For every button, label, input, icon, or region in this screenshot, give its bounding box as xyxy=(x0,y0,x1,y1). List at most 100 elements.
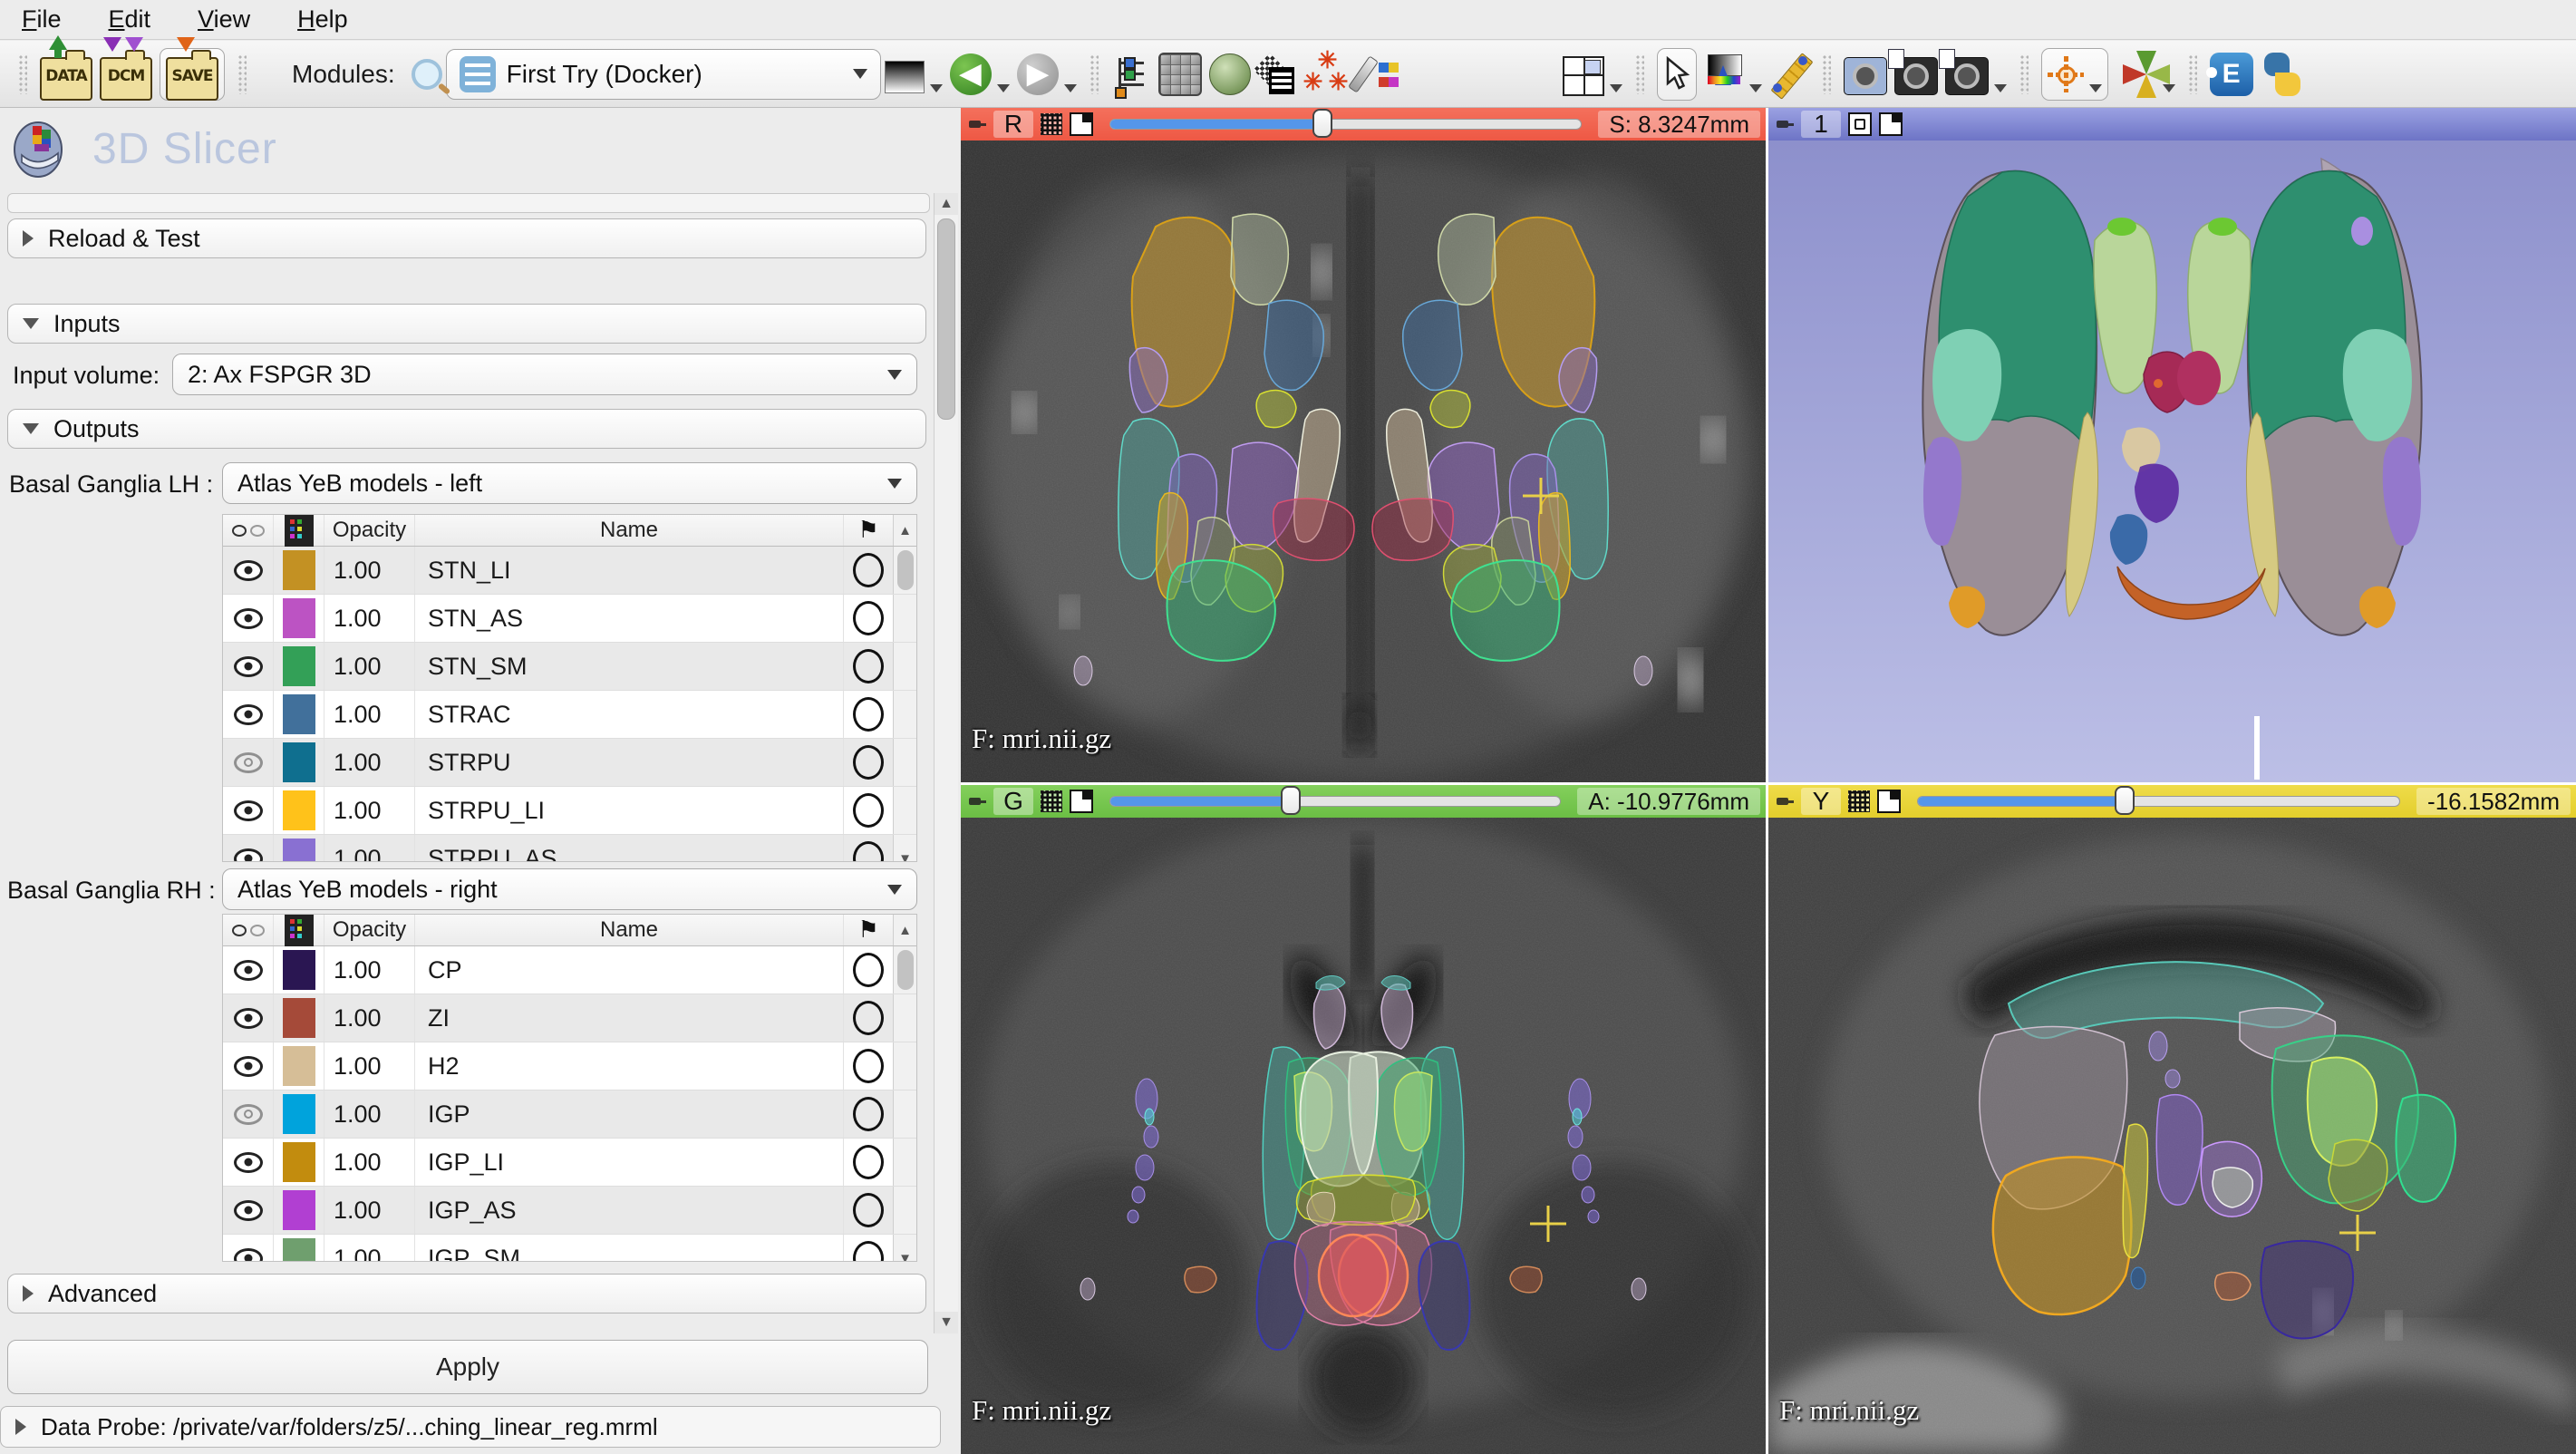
table-row[interactable]: 1.00 IGP xyxy=(223,1090,916,1139)
opacity-value[interactable]: 1.00 xyxy=(324,1139,415,1186)
red-slice-view[interactable]: R S: 8.3247mm xyxy=(961,108,1766,782)
axial-slice-canvas[interactable] xyxy=(961,141,1766,782)
opacity-value[interactable]: 1.00 xyxy=(324,1187,415,1234)
center-view-icon[interactable] xyxy=(1848,112,1872,136)
module-selector[interactable]: First Try (Docker) xyxy=(446,49,881,100)
table-row[interactable]: 1.00 IGP_AS xyxy=(223,1187,916,1235)
ruler-button[interactable] xyxy=(1769,49,1809,100)
slice-offset-slider[interactable] xyxy=(1109,796,1561,807)
color-swatch[interactable] xyxy=(283,646,315,686)
flag-radio[interactable] xyxy=(853,841,884,862)
visibility-eye-icon[interactable] xyxy=(234,1152,263,1173)
model-name[interactable]: STRPU_LI xyxy=(415,787,844,834)
visibility-eye-icon[interactable] xyxy=(234,1008,263,1029)
menu-edit[interactable]: Edit xyxy=(109,5,151,34)
load-data-button[interactable]: DATA xyxy=(40,49,92,100)
flag-radio[interactable] xyxy=(853,1097,884,1131)
table-scrollbar[interactable] xyxy=(893,1042,916,1090)
mouse-mode-button[interactable] xyxy=(1657,48,1697,101)
table-row[interactable]: 1.00 STN_SM xyxy=(223,643,916,691)
table-row[interactable]: 1.00 H2 xyxy=(223,1042,916,1090)
model-name[interactable]: STRPU_AS xyxy=(415,835,844,862)
visibility-eye-icon[interactable] xyxy=(234,1056,263,1077)
scroll-up-icon[interactable]: ▲ xyxy=(935,193,958,215)
section-advanced[interactable]: Advanced xyxy=(7,1274,926,1313)
table-scrollbar[interactable] xyxy=(893,994,916,1042)
yellow-slice-view[interactable]: Y -16.1582mm xyxy=(1768,785,2576,1454)
table-row[interactable]: 1.00 STN_LI xyxy=(223,547,916,595)
color-swatch[interactable] xyxy=(283,598,315,638)
flag-radio[interactable] xyxy=(853,1001,884,1035)
color-swatch[interactable] xyxy=(283,1046,315,1086)
view-layout-icon[interactable] xyxy=(1879,112,1903,136)
pin-icon[interactable] xyxy=(1774,791,1794,811)
color-swatch[interactable] xyxy=(283,1190,315,1230)
python-console-button[interactable] xyxy=(2261,49,2304,100)
model-name[interactable]: H2 xyxy=(415,1042,844,1090)
table-row[interactable]: 1.00 STRAC xyxy=(223,691,916,739)
section-inputs[interactable]: Inputs xyxy=(7,304,926,344)
lh-model-selector[interactable]: Atlas YeB models - left xyxy=(222,462,917,504)
color-swatch[interactable] xyxy=(283,550,315,590)
fiducial-grid-icon[interactable] xyxy=(1041,113,1062,135)
table-scrollbar[interactable] xyxy=(893,946,916,994)
pin-icon[interactable] xyxy=(1774,114,1794,134)
flag-radio[interactable] xyxy=(853,1193,884,1227)
model-name[interactable]: CP xyxy=(415,946,844,994)
crosshair-button[interactable] xyxy=(2041,48,2108,101)
green-slice-view[interactable]: G A: -10.9776mm xyxy=(961,785,1766,1454)
scroll-down-icon[interactable]: ▼ xyxy=(935,1312,958,1333)
table-scrollbar-bottom[interactable]: ▼ xyxy=(893,1235,916,1262)
model-name[interactable]: ZI xyxy=(415,994,844,1042)
table-scrollbar[interactable] xyxy=(893,643,916,690)
table-scrollbar[interactable] xyxy=(893,787,916,834)
visibility-eye-icon[interactable] xyxy=(234,704,263,725)
visibility-eye-icon[interactable] xyxy=(234,752,263,773)
scrollbar-thumb[interactable] xyxy=(937,218,955,420)
opacity-value[interactable]: 1.00 xyxy=(324,787,415,834)
visibility-eye-icon[interactable] xyxy=(234,800,263,821)
table-scrollbar[interactable] xyxy=(893,1090,916,1138)
table-scrollbar[interactable] xyxy=(893,1139,916,1186)
slice-offset-slider[interactable] xyxy=(1917,796,2400,807)
data-probe-bar[interactable]: Data Probe: /private/var/folders/z5/...c… xyxy=(0,1406,941,1448)
module-forward-button[interactable]: ▶ xyxy=(1017,49,1077,100)
table-row[interactable]: 1.00 STRPU_AS ▼ xyxy=(223,835,916,862)
threeD-view[interactable]: 1 xyxy=(1768,108,2576,782)
table-scrollbar-top[interactable]: ▲ xyxy=(893,515,916,546)
color-swatch[interactable] xyxy=(283,694,315,734)
color-swatch[interactable] xyxy=(283,742,315,782)
slider-thumb[interactable] xyxy=(2115,786,2135,815)
color-swatch[interactable] xyxy=(283,1142,315,1182)
table-row[interactable]: 1.00 CP xyxy=(223,946,916,994)
opacity-value[interactable]: 1.00 xyxy=(324,1042,415,1090)
table-scrollbar[interactable] xyxy=(893,739,916,786)
opacity-value[interactable]: 1.00 xyxy=(324,691,415,738)
section-outputs[interactable]: Outputs xyxy=(7,409,926,449)
crop-volume-button[interactable] xyxy=(1258,49,1294,100)
pin-icon[interactable] xyxy=(966,114,986,134)
flag-radio[interactable] xyxy=(853,601,884,635)
model-name[interactable]: STN_LI xyxy=(415,547,844,594)
table-row[interactable]: 1.00 ZI xyxy=(223,994,916,1042)
visibility-eye-icon[interactable] xyxy=(234,1104,263,1125)
apply-button[interactable]: Apply xyxy=(7,1340,928,1394)
color-swatch[interactable] xyxy=(283,1094,315,1134)
opacity-value[interactable]: 1.00 xyxy=(324,835,415,862)
coronal-slice-canvas[interactable] xyxy=(961,818,1766,1454)
visibility-eye-icon[interactable] xyxy=(234,1200,263,1221)
color-swatch[interactable] xyxy=(283,1238,315,1262)
opacity-value[interactable]: 1.00 xyxy=(324,946,415,994)
table-scrollbar[interactable] xyxy=(893,595,916,642)
table-row[interactable]: 1.00 IGP_SM ▼ xyxy=(223,1235,916,1262)
color-swatch[interactable] xyxy=(283,790,315,830)
slice-intersections-button[interactable] xyxy=(2116,49,2175,100)
subject-hierarchy-button[interactable] xyxy=(1111,49,1151,100)
module-back-button[interactable]: ◀ xyxy=(950,49,1010,100)
volume-rendering-button[interactable] xyxy=(1158,49,1202,100)
flag-radio[interactable] xyxy=(853,1145,884,1179)
model-name[interactable]: STRAC xyxy=(415,691,844,738)
table-scrollbar[interactable] xyxy=(893,1187,916,1234)
flag-radio[interactable] xyxy=(853,1241,884,1262)
model-name[interactable]: STN_SM xyxy=(415,643,844,690)
